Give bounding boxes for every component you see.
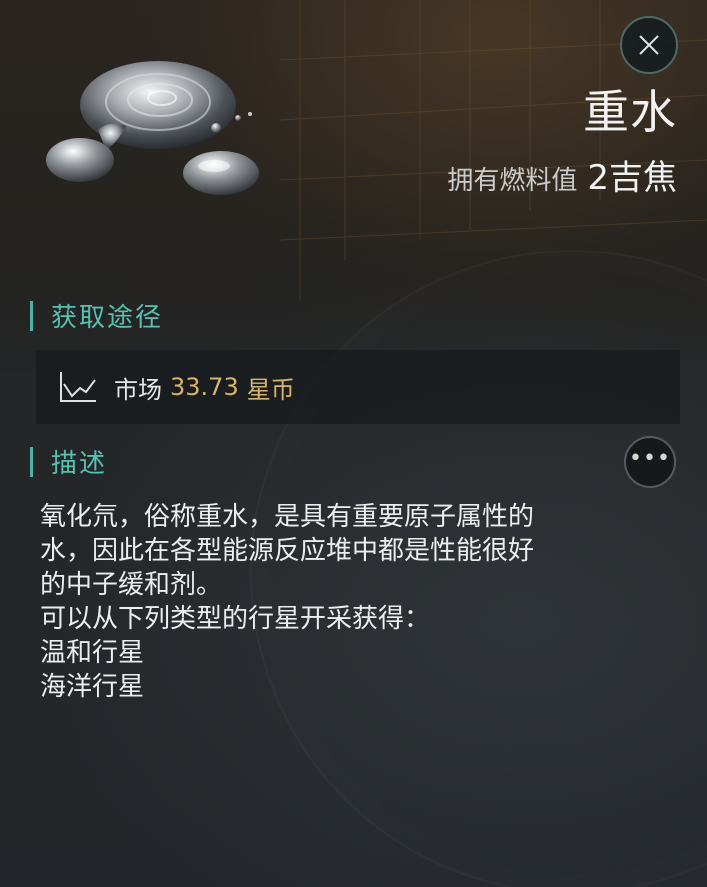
market-source-row[interactable]: 市场 33.73 星币	[36, 350, 680, 424]
section-description-header: 描述	[30, 443, 107, 480]
description-text: 氧化氘，俗称重水，是具有重要原子属性的 水，因此在各型能源反应堆中都是性能很好 …	[40, 500, 660, 704]
section-acquire-title: 获取途径	[51, 303, 164, 333]
section-marker	[30, 300, 33, 331]
more-options-button[interactable]: •••	[624, 436, 676, 488]
heavy-water-droplets-icon	[46, 61, 259, 195]
market-currency: 星币	[246, 375, 295, 404]
close-button[interactable]	[620, 16, 678, 74]
item-detail-panel: 重水 拥有燃料值 2吉焦 获取途径 市场 33.73 星币 描述 ••• 氧化氘…	[0, 0, 707, 887]
description-line: 温和行星	[40, 638, 145, 668]
section-marker	[30, 446, 33, 477]
description-line: 可以从下列类型的行星开采获得：	[40, 604, 431, 634]
market-chart-icon	[60, 372, 96, 402]
more-icon: •••	[629, 446, 671, 471]
description-line: 水，因此在各型能源反应堆中都是性能很好	[40, 536, 535, 566]
fuel-info: 拥有燃料值 2吉焦	[447, 150, 677, 199]
fuel-label: 拥有燃料值	[447, 166, 578, 196]
market-label: 市场	[114, 375, 162, 404]
close-icon	[639, 35, 659, 55]
market-price: 33.73	[170, 373, 239, 401]
section-description-title: 描述	[51, 449, 108, 479]
description-line: 的中子缓和剂。	[40, 570, 223, 600]
item-name: 重水	[583, 85, 677, 139]
section-acquire-header: 获取途径	[30, 297, 163, 334]
fuel-value: 2吉焦	[587, 158, 677, 198]
description-line: 海洋行星	[40, 672, 145, 702]
description-line: 氧化氘，俗称重水，是具有重要原子属性的	[40, 502, 535, 532]
